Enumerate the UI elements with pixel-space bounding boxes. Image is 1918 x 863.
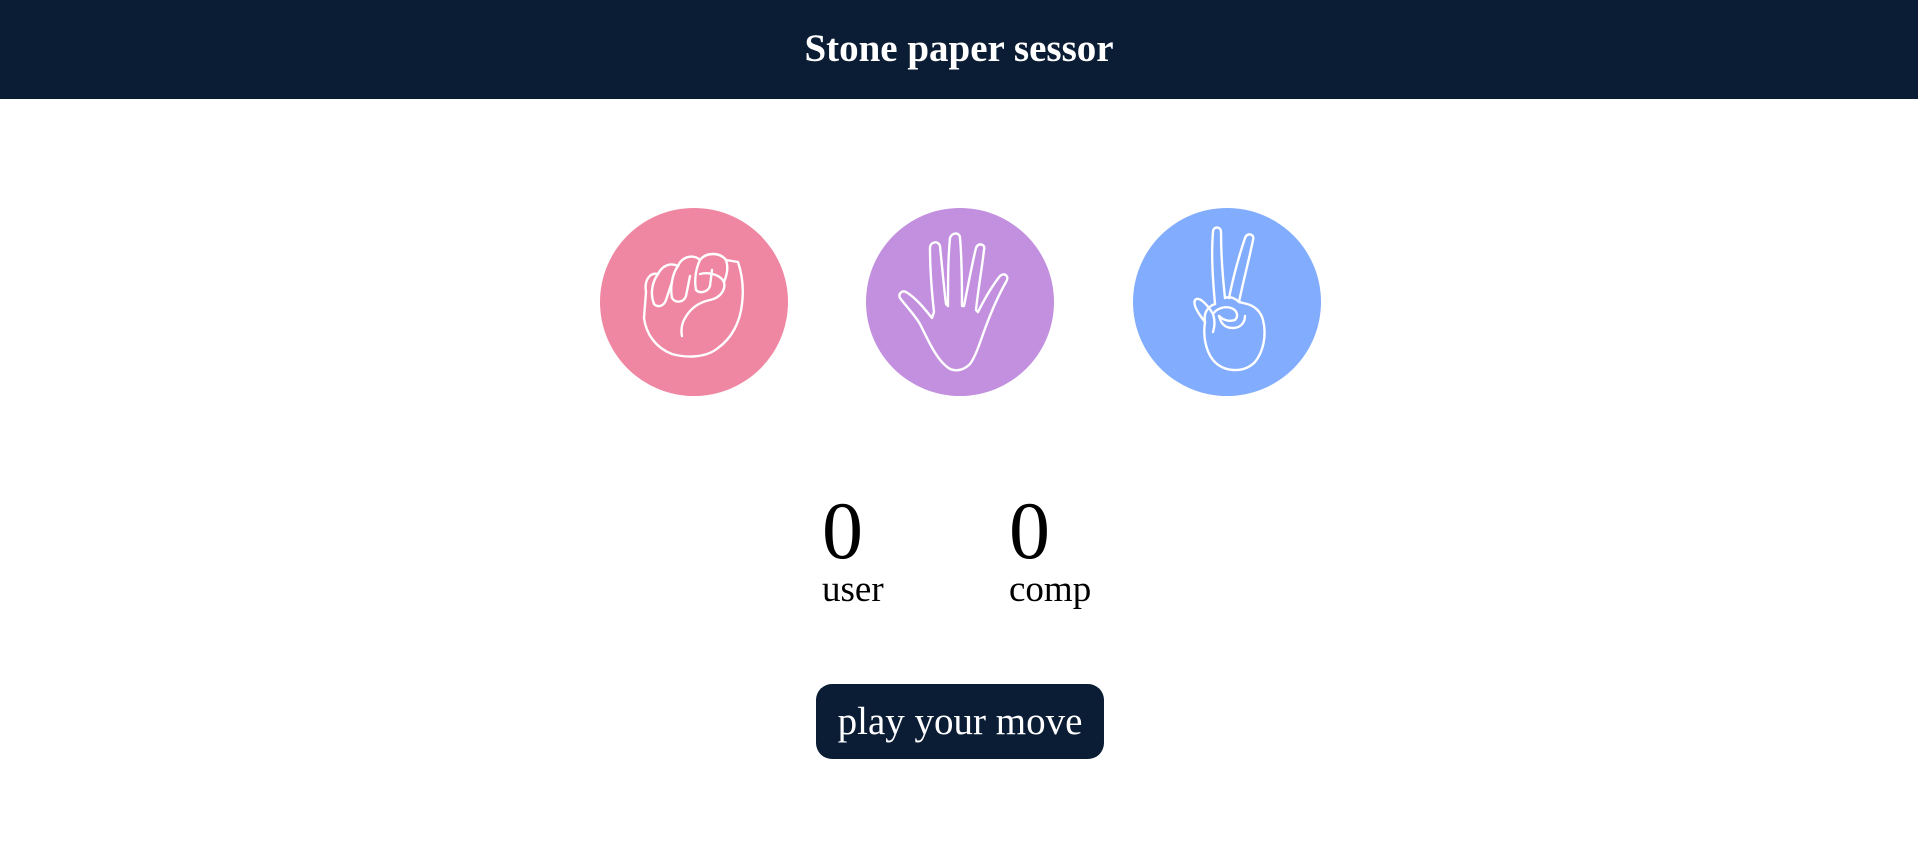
app-header: Stone paper sessor <box>0 0 1918 99</box>
comp-score-label: comp <box>1009 569 1092 610</box>
paper-choice-button[interactable] <box>866 208 1054 396</box>
user-score: 0 user <box>822 486 884 610</box>
fist-hand-icon <box>642 252 744 358</box>
user-score-label: user <box>822 569 884 610</box>
stone-choice-button[interactable] <box>600 208 788 396</box>
scissor-choice-button[interactable] <box>1133 208 1321 396</box>
play-your-move-button[interactable]: play your move <box>816 684 1104 759</box>
comp-score-value: 0 <box>1009 485 1050 576</box>
page-title: Stone paper sessor <box>804 27 1114 70</box>
comp-score: 0 comp <box>1009 486 1091 610</box>
user-score-value: 0 <box>822 485 863 576</box>
peace-hand-icon <box>1193 226 1266 372</box>
open-hand-icon <box>898 232 1009 372</box>
